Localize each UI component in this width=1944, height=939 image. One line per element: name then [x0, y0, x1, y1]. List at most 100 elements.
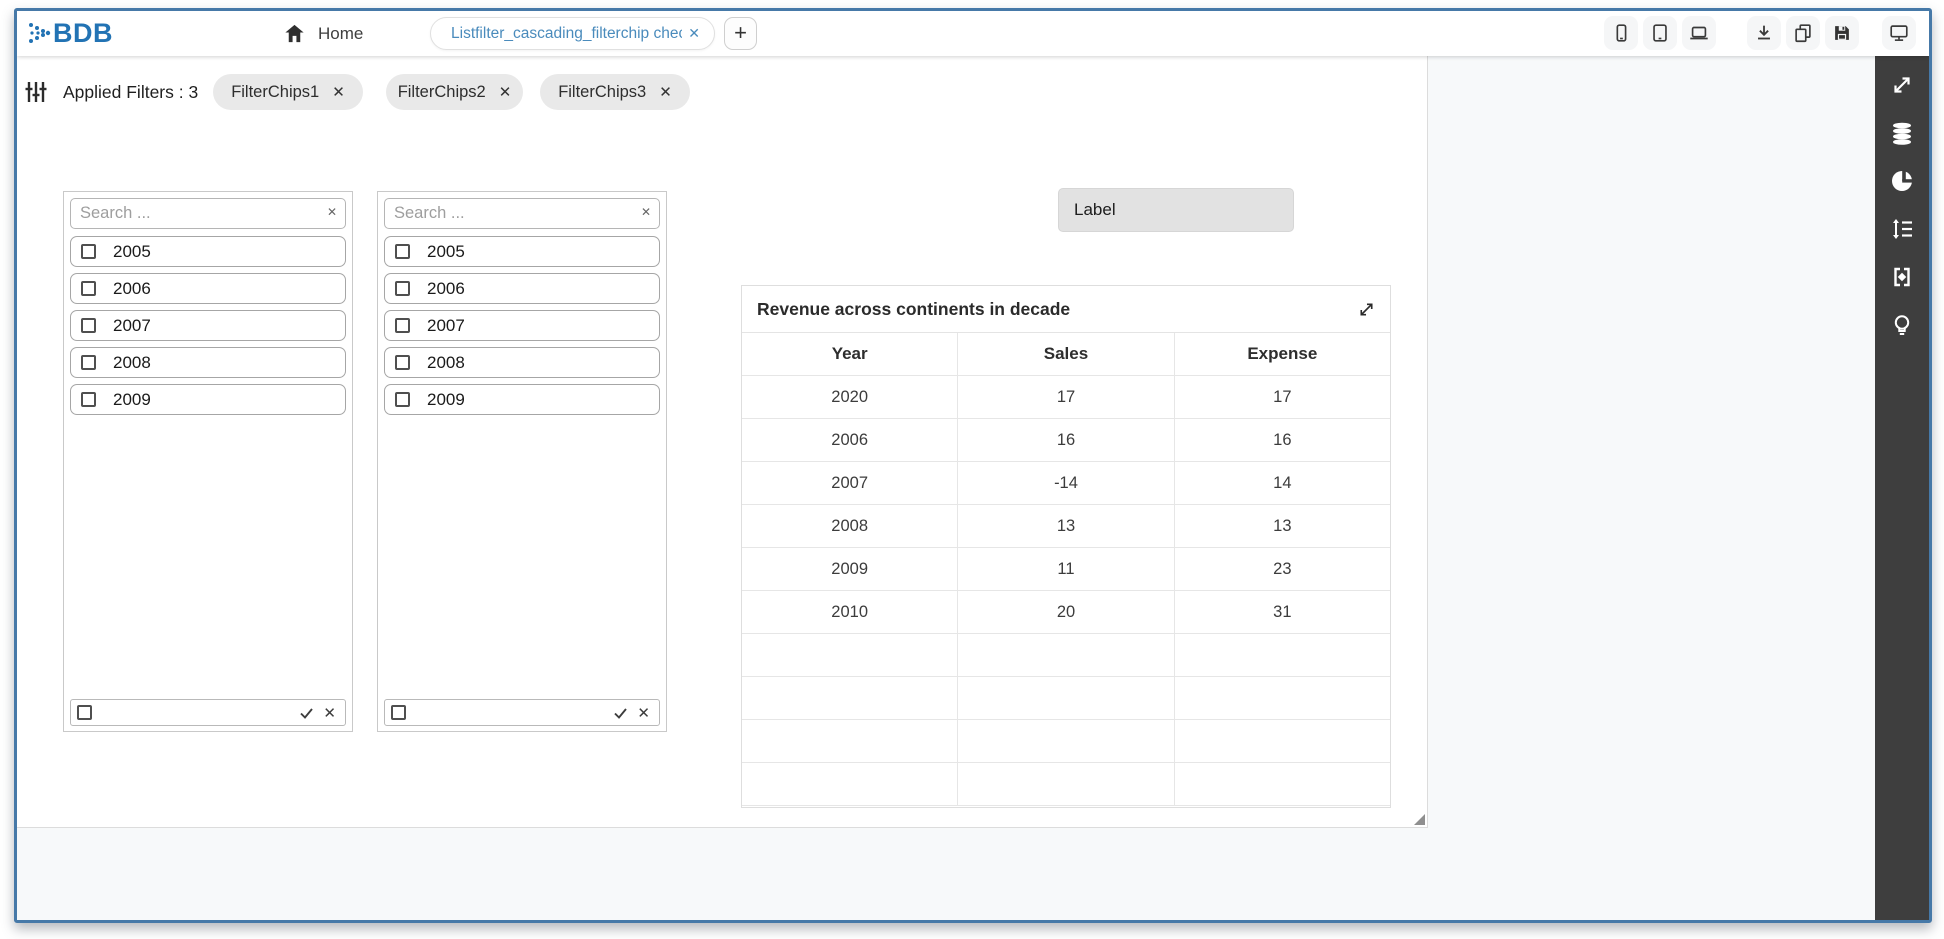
checkbox[interactable] — [395, 318, 410, 333]
checkbox[interactable] — [81, 318, 96, 333]
laptop-icon — [1688, 22, 1710, 44]
table-row: 2010 20 31 — [742, 591, 1390, 634]
list-filter-panel-1: ✕ 2005 2006 2007 — [63, 191, 353, 732]
filter-option[interactable]: 2008 — [70, 347, 346, 378]
mobile-icon — [1610, 22, 1632, 44]
search-input[interactable] — [70, 198, 346, 229]
tablet-icon — [1649, 22, 1671, 44]
app-window: BDB Home Listfilter_cascading_filterchip… — [14, 8, 1932, 923]
datastore-button[interactable] — [1890, 121, 1914, 145]
duplicate-button[interactable] — [1786, 16, 1820, 50]
table-row: 2009 11 23 — [742, 548, 1390, 591]
clear-selection-icon[interactable]: ✕ — [629, 704, 659, 722]
tablet-preview-button[interactable] — [1643, 16, 1677, 50]
table-column-headers: Year Sales Expense — [742, 333, 1390, 376]
top-bar: BDB Home Listfilter_cascading_filterchip… — [17, 11, 1929, 56]
table-widget: Revenue across continents in decade Year… — [741, 285, 1391, 808]
chip-remove-icon[interactable]: ✕ — [499, 83, 512, 101]
table-row: 2020 17 17 — [742, 376, 1390, 419]
checkbox[interactable] — [395, 392, 410, 407]
lightbulb-icon — [1890, 313, 1914, 337]
checkbox[interactable] — [395, 281, 410, 296]
monitor-icon — [1888, 22, 1910, 44]
label-widget[interactable]: Label — [1058, 188, 1294, 232]
topbar-actions — [1604, 16, 1916, 50]
table-row — [742, 677, 1390, 720]
desktop-preview-button[interactable] — [1882, 16, 1916, 50]
save-button[interactable] — [1825, 16, 1859, 50]
home-icon[interactable] — [283, 22, 306, 45]
code-brackets-icon — [1890, 265, 1914, 289]
dashboard-canvas: Applied Filters : 3 FilterChips1 ✕ Filte… — [17, 56, 1428, 828]
tab-label: Listfilter_cascading_filterchip check — [431, 25, 682, 43]
filter-option[interactable]: 2007 — [70, 310, 346, 341]
insights-button[interactable] — [1890, 313, 1914, 337]
add-tab-button[interactable]: + — [724, 17, 757, 50]
download-button[interactable] — [1747, 16, 1781, 50]
right-sidebar — [1875, 56, 1929, 920]
mobile-preview-button[interactable] — [1604, 16, 1638, 50]
applied-filters-label: Applied Filters : 3 — [63, 74, 198, 110]
filter-chip[interactable]: FilterChips3 ✕ — [540, 74, 690, 110]
home-label[interactable]: Home — [318, 11, 363, 56]
filter-option[interactable]: 2008 — [384, 347, 660, 378]
database-icon — [1890, 121, 1914, 145]
bdb-logo-icon — [27, 17, 53, 49]
table-row — [742, 634, 1390, 677]
copy-icon — [1792, 22, 1814, 44]
panel-footer: ✕ — [70, 699, 346, 726]
filter-chip[interactable]: FilterChips1 ✕ — [213, 74, 363, 110]
canvas-resize-handle[interactable] — [1414, 814, 1425, 825]
chart-button[interactable] — [1890, 169, 1914, 193]
filter-option[interactable]: 2005 — [384, 236, 660, 267]
table-row: 2006 16 16 — [742, 419, 1390, 462]
clear-search-icon[interactable]: ✕ — [327, 205, 337, 219]
checkbox[interactable] — [81, 355, 96, 370]
filter-option[interactable]: 2009 — [384, 384, 660, 415]
checkbox[interactable] — [81, 392, 96, 407]
maximize-icon — [1890, 73, 1914, 97]
filter-option[interactable]: 2005 — [70, 236, 346, 267]
search-input[interactable] — [384, 198, 660, 229]
checkbox[interactable] — [81, 281, 96, 296]
select-all-checkbox[interactable] — [391, 705, 406, 720]
applied-filters-bar: Applied Filters : 3 FilterChips1 ✕ Filte… — [17, 74, 1427, 110]
chip-remove-icon[interactable]: ✕ — [659, 83, 672, 101]
main-area: Applied Filters : 3 FilterChips1 ✕ Filte… — [17, 56, 1929, 920]
laptop-preview-button[interactable] — [1682, 16, 1716, 50]
table-row: 2007 -14 14 — [742, 462, 1390, 505]
checkbox[interactable] — [395, 244, 410, 259]
maximize-button[interactable] — [1890, 73, 1914, 97]
filter-option[interactable]: 2007 — [384, 310, 660, 341]
table-row — [742, 763, 1390, 806]
dashboard-tab[interactable]: Listfilter_cascading_filterchip check ✕ — [430, 17, 715, 50]
download-icon — [1753, 22, 1775, 44]
save-icon — [1831, 22, 1853, 44]
content-area: Applied Filters : 3 FilterChips1 ✕ Filte… — [17, 56, 1875, 920]
panel-footer: ✕ — [384, 699, 660, 726]
checkbox[interactable] — [395, 355, 410, 370]
logo-text: BDB — [53, 18, 113, 49]
select-all-checkbox[interactable] — [77, 705, 92, 720]
line-spacing-icon — [1890, 217, 1914, 241]
filter-option[interactable]: 2006 — [70, 273, 346, 304]
chip-remove-icon[interactable]: ✕ — [332, 83, 345, 101]
filter-chip[interactable]: FilterChips2 ✕ — [386, 74, 523, 110]
clear-selection-icon[interactable]: ✕ — [315, 704, 345, 722]
checkbox[interactable] — [81, 244, 96, 259]
script-button[interactable] — [1890, 265, 1914, 289]
expand-icon[interactable] — [1357, 300, 1390, 319]
line-spacing-button[interactable] — [1890, 217, 1914, 241]
apply-check-icon[interactable] — [612, 705, 629, 721]
filter-option[interactable]: 2006 — [384, 273, 660, 304]
clear-search-icon[interactable]: ✕ — [641, 205, 651, 219]
table-title: Revenue across continents in decade — [742, 299, 1357, 320]
list-filter-panel-2: ✕ 2005 2006 2007 — [377, 191, 667, 732]
pie-chart-icon — [1890, 169, 1914, 193]
table-row — [742, 720, 1390, 763]
filter-sliders-icon — [23, 79, 49, 105]
apply-check-icon[interactable] — [298, 705, 315, 721]
table-header-bar: Revenue across continents in decade — [742, 286, 1390, 333]
tab-close-icon[interactable]: ✕ — [682, 25, 714, 42]
filter-option[interactable]: 2009 — [70, 384, 346, 415]
